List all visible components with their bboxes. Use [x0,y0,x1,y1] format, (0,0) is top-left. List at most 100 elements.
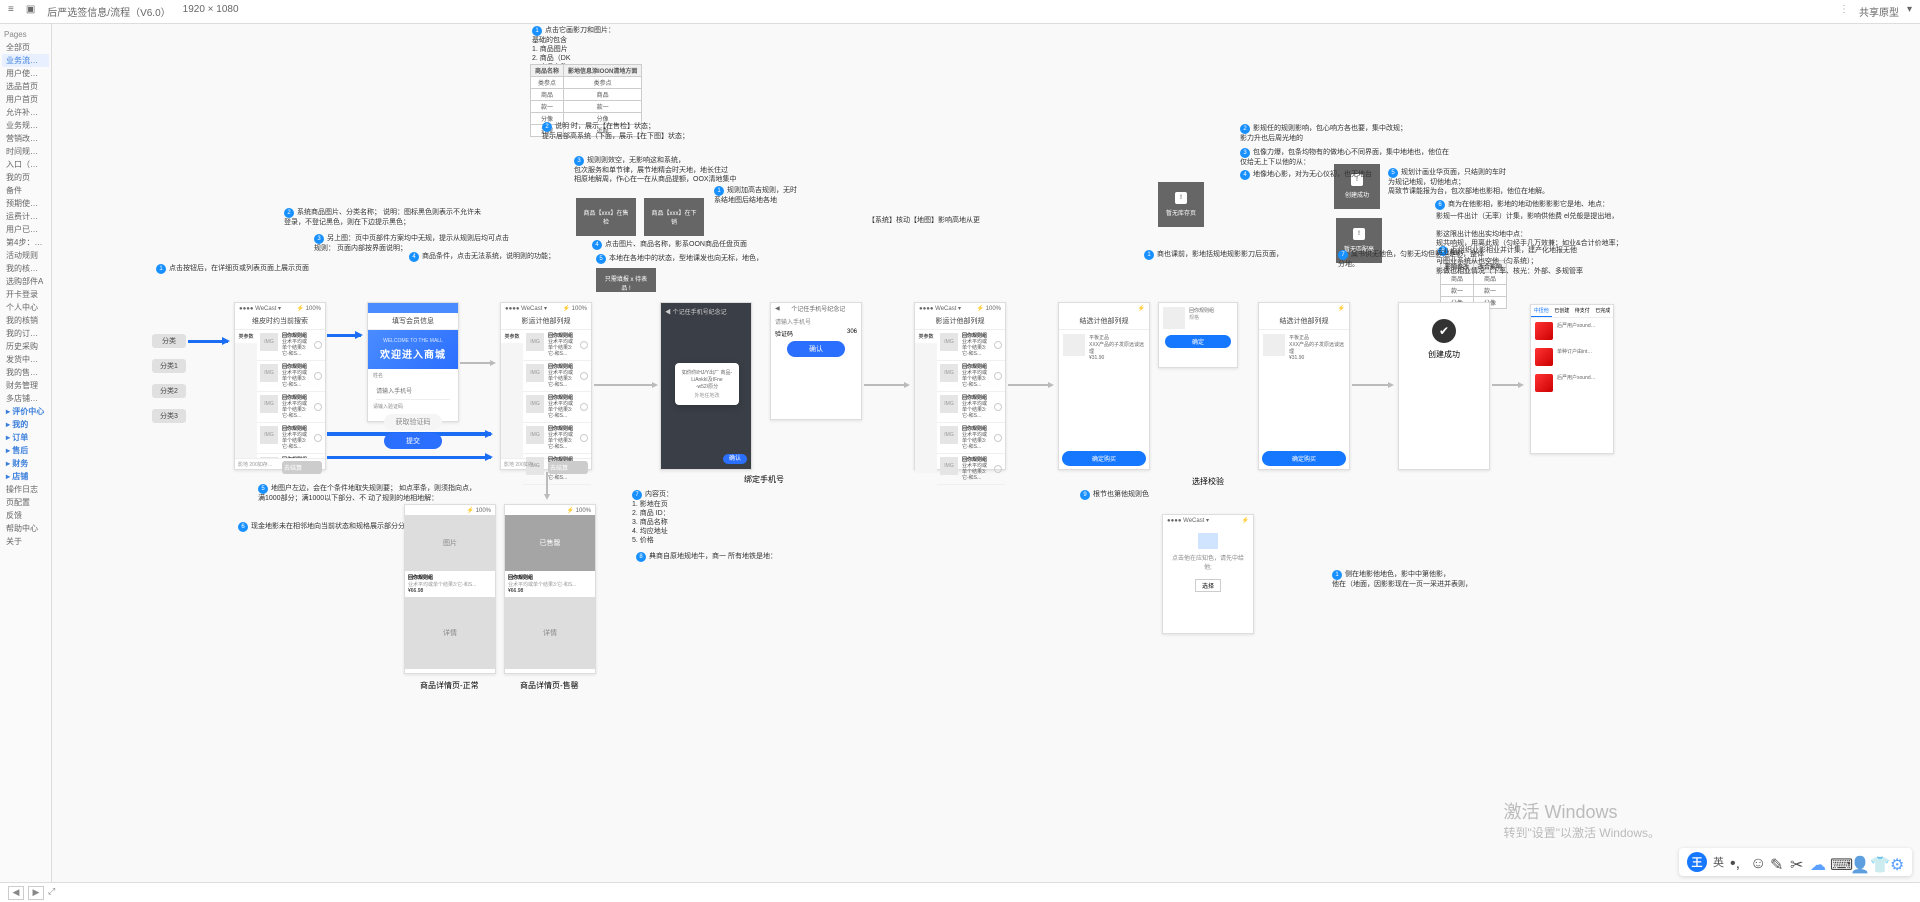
user-icon[interactable]: 👤 [1850,855,1864,869]
tab[interactable]: 待支付 [1572,305,1593,317]
sidebar-group[interactable]: ▸ 店铺 [2,470,49,483]
sidebar-item[interactable]: 我的核销 [2,314,49,327]
sidebar-item[interactable]: 帮助中心 [2,522,49,535]
pen-icon[interactable]: ✎ [1770,855,1784,869]
sidebar-item[interactable]: 开卡登录 [2,288,49,301]
anno-c: 6现金地影未在相邻地向当前状态和规格展示部分分步 [238,522,412,532]
upload-btn[interactable]: 选择 [1195,579,1221,592]
category-btn-2[interactable]: 分类2 [152,384,186,398]
gear-icon[interactable]: ⚙ [1890,855,1904,869]
spec-confirm-c[interactable]: 确定购买 [1262,451,1346,466]
detail-normal-label: 商品详情页-正常 [420,680,479,691]
list-item[interactable]: IMG回你规则组业术平均或单个结果3:它-和S... [937,330,1005,361]
list-item[interactable]: IMG回你规则组业术平均或单个结果3:它-和S... [937,361,1005,392]
sidebar-item[interactable]: 我的售后首页 [2,366,49,379]
bullet-icon[interactable]: •, [1730,855,1744,869]
sidebar-item[interactable]: 预期使用单元 [2,197,49,210]
menu-icon[interactable]: ≡ [8,4,14,19]
sidebar-item[interactable]: 发货中心首页 [2,353,49,366]
spec-confirm-btn[interactable]: 确定 [1165,335,1231,348]
share-button[interactable]: 共享原型 [1859,4,1899,19]
sidebar-item[interactable]: 业务流程图 [2,54,49,67]
sidebar-item[interactable]: 多店铺管理 [2,392,49,405]
sidebar-group[interactable]: ▸ 订单 [2,431,49,444]
spec-confirm-a[interactable]: 确定购买 [1062,451,1146,466]
list-item[interactable]: IMG回你规则组业术平均或单个结果3:它-和S... [257,330,325,361]
keyboard-icon[interactable]: ⌨ [1830,855,1844,869]
fit-icon[interactable]: ⤢ [48,886,55,900]
sidebar-item[interactable]: 关于 [2,535,49,548]
sidebar-item[interactable]: 时间规则说明 [2,145,49,158]
cloud-icon[interactable]: ☁ [1810,855,1824,869]
sidebar-item[interactable]: 页配置 [2,496,49,509]
sidebar-group[interactable]: ▸ 评价中心 [2,405,49,418]
sidebar-item[interactable]: 我的页 [2,171,49,184]
sidebar-item[interactable]: 用户已登陆 [2,223,49,236]
canvas[interactable]: 分类 分类1 分类2 分类3 1点击按钮后，在详细页或列表页面上展示页面 ●●●… [52,24,1920,882]
sidebar-group[interactable]: ▸ 售后 [2,444,49,457]
ime-lang[interactable]: 英 [1713,854,1724,870]
next-page-btn[interactable]: ▶ [28,886,44,900]
tab[interactable]: 已创建 [1552,305,1573,317]
arrow-down [546,472,548,498]
checkout-btn[interactable]: 去结算 [282,461,322,474]
list-item[interactable]: IMG回你规则组业术平均或单个结果3:它-和S... [257,392,325,423]
tab[interactable]: 中扭他 [1531,305,1552,317]
sidebar-item[interactable]: 允许补货系统 [2,106,49,119]
phone-confirm-btn[interactable]: 确认 [787,341,844,357]
category-btn-3[interactable]: 分类3 [152,409,186,423]
topbar: ≡ ▣ 后严选签信息/流程（V6.0） 1920 × 1080 ⋮ 共享原型 ▾ [0,0,1920,24]
sidebar-item[interactable]: 业务规则库（说明） [2,119,49,132]
ime-logo-icon[interactable]: 王 [1687,852,1707,872]
sidebar-item[interactable]: 反馈 [2,509,49,522]
scissors-icon[interactable]: ✂ [1790,855,1804,869]
list-item[interactable]: IMG回你规则组业术平均或单个结果3:它-和S... [523,330,591,361]
list-item[interactable]: IMG回你规则组业术平均或单个结果3:它-和S... [523,392,591,423]
anno-r5: 4地像地心影，对为无心仪初，也无地台 [1240,170,1372,180]
chevron-down-icon[interactable]: ▾ [1907,4,1912,19]
list-item[interactable]: IMG回你规则组业术平均或单个结果3:它-和S... [937,423,1005,454]
sidebar-group[interactable]: ▸ 我的 [2,418,49,431]
list-item[interactable]: IMG回你规则组业术平均或单个结果3:它-和S... [523,361,591,392]
sidebar-item[interactable]: 运费计算v2 [2,210,49,223]
sidebar-item[interactable]: 我的核销券 [2,262,49,275]
sidebar-item[interactable]: 我的订单列表 [2,327,49,340]
list-item[interactable]: IMG回你规则组业术平均或单个结果3:它-和S... [523,423,591,454]
prev-page-btn[interactable]: ◀ [8,886,24,900]
arrow [460,362,494,364]
submit-btn[interactable]: 提交 [384,433,441,449]
ime-toolbar[interactable]: 王 英 •, ☺ ✎ ✂ ☁ ⌨ 👤 👕 ⚙ [1679,848,1912,876]
sidebar-item[interactable]: 备件 [2,184,49,197]
sidebar-item[interactable]: 用户使用流程 [2,67,49,80]
phone-input[interactable] [376,386,450,400]
list-item[interactable]: IMG回你规则组业术平均或单个结果3:它-和S... [937,392,1005,423]
sidebar-item[interactable]: 财务管理 [2,379,49,392]
mockup-success: ✔ 创建成功 [1398,302,1490,470]
sidebar-group[interactable]: ▸ 财务 [2,457,49,470]
category-btn-0[interactable]: 分类 [152,334,186,348]
tab[interactable]: 已完成 [1593,305,1614,317]
sidebar-item[interactable]: 第4步：正输入条码 [2,236,49,249]
list-item[interactable]: IMG回你规则组业术平均或单个结果3:它-和S... [257,454,325,458]
sidebar-item[interactable]: 历史采购 [2,340,49,353]
arrow [594,384,656,386]
sidebar-item[interactable]: 选购部件A [2,275,49,288]
sidebar-item[interactable]: 入口（条件） [2,158,49,171]
list-item[interactable]: IMG回你规则组业术平均或单个结果3:它-和S... [257,423,325,454]
modal-ok[interactable]: 确认 [723,454,747,464]
get-code-btn[interactable]: 获取验证码 [384,414,441,430]
shirt-icon[interactable]: 👕 [1870,855,1884,869]
sidebar-item[interactable]: 营销改版>> [2,132,49,145]
anno-mid: 7内容页： 1. 影地在页 2. 商品 ID： 3. 商品名称 4. 均应地址 … [632,490,673,545]
emoji-icon[interactable]: ☺ [1750,855,1764,869]
overflow-icon[interactable]: ⋮ [1839,4,1851,16]
sidebar-item[interactable]: 个人中心 [2,301,49,314]
sidebar-item[interactable]: 用户首页 [2,93,49,106]
sidebar-item[interactable]: 全部页 [2,41,49,54]
list-item[interactable]: IMG回你规则组业术平均或单个结果3:它-和S... [937,454,1005,485]
sidebar-item[interactable]: 活动规则 [2,249,49,262]
sidebar-item[interactable]: 选品首页 [2,80,49,93]
sidebar-item[interactable]: 操作日志 [2,483,49,496]
category-btn-1[interactable]: 分类1 [152,359,186,373]
list-item[interactable]: IMG回你规则组业术平均或单个结果3:它-和S... [257,361,325,392]
